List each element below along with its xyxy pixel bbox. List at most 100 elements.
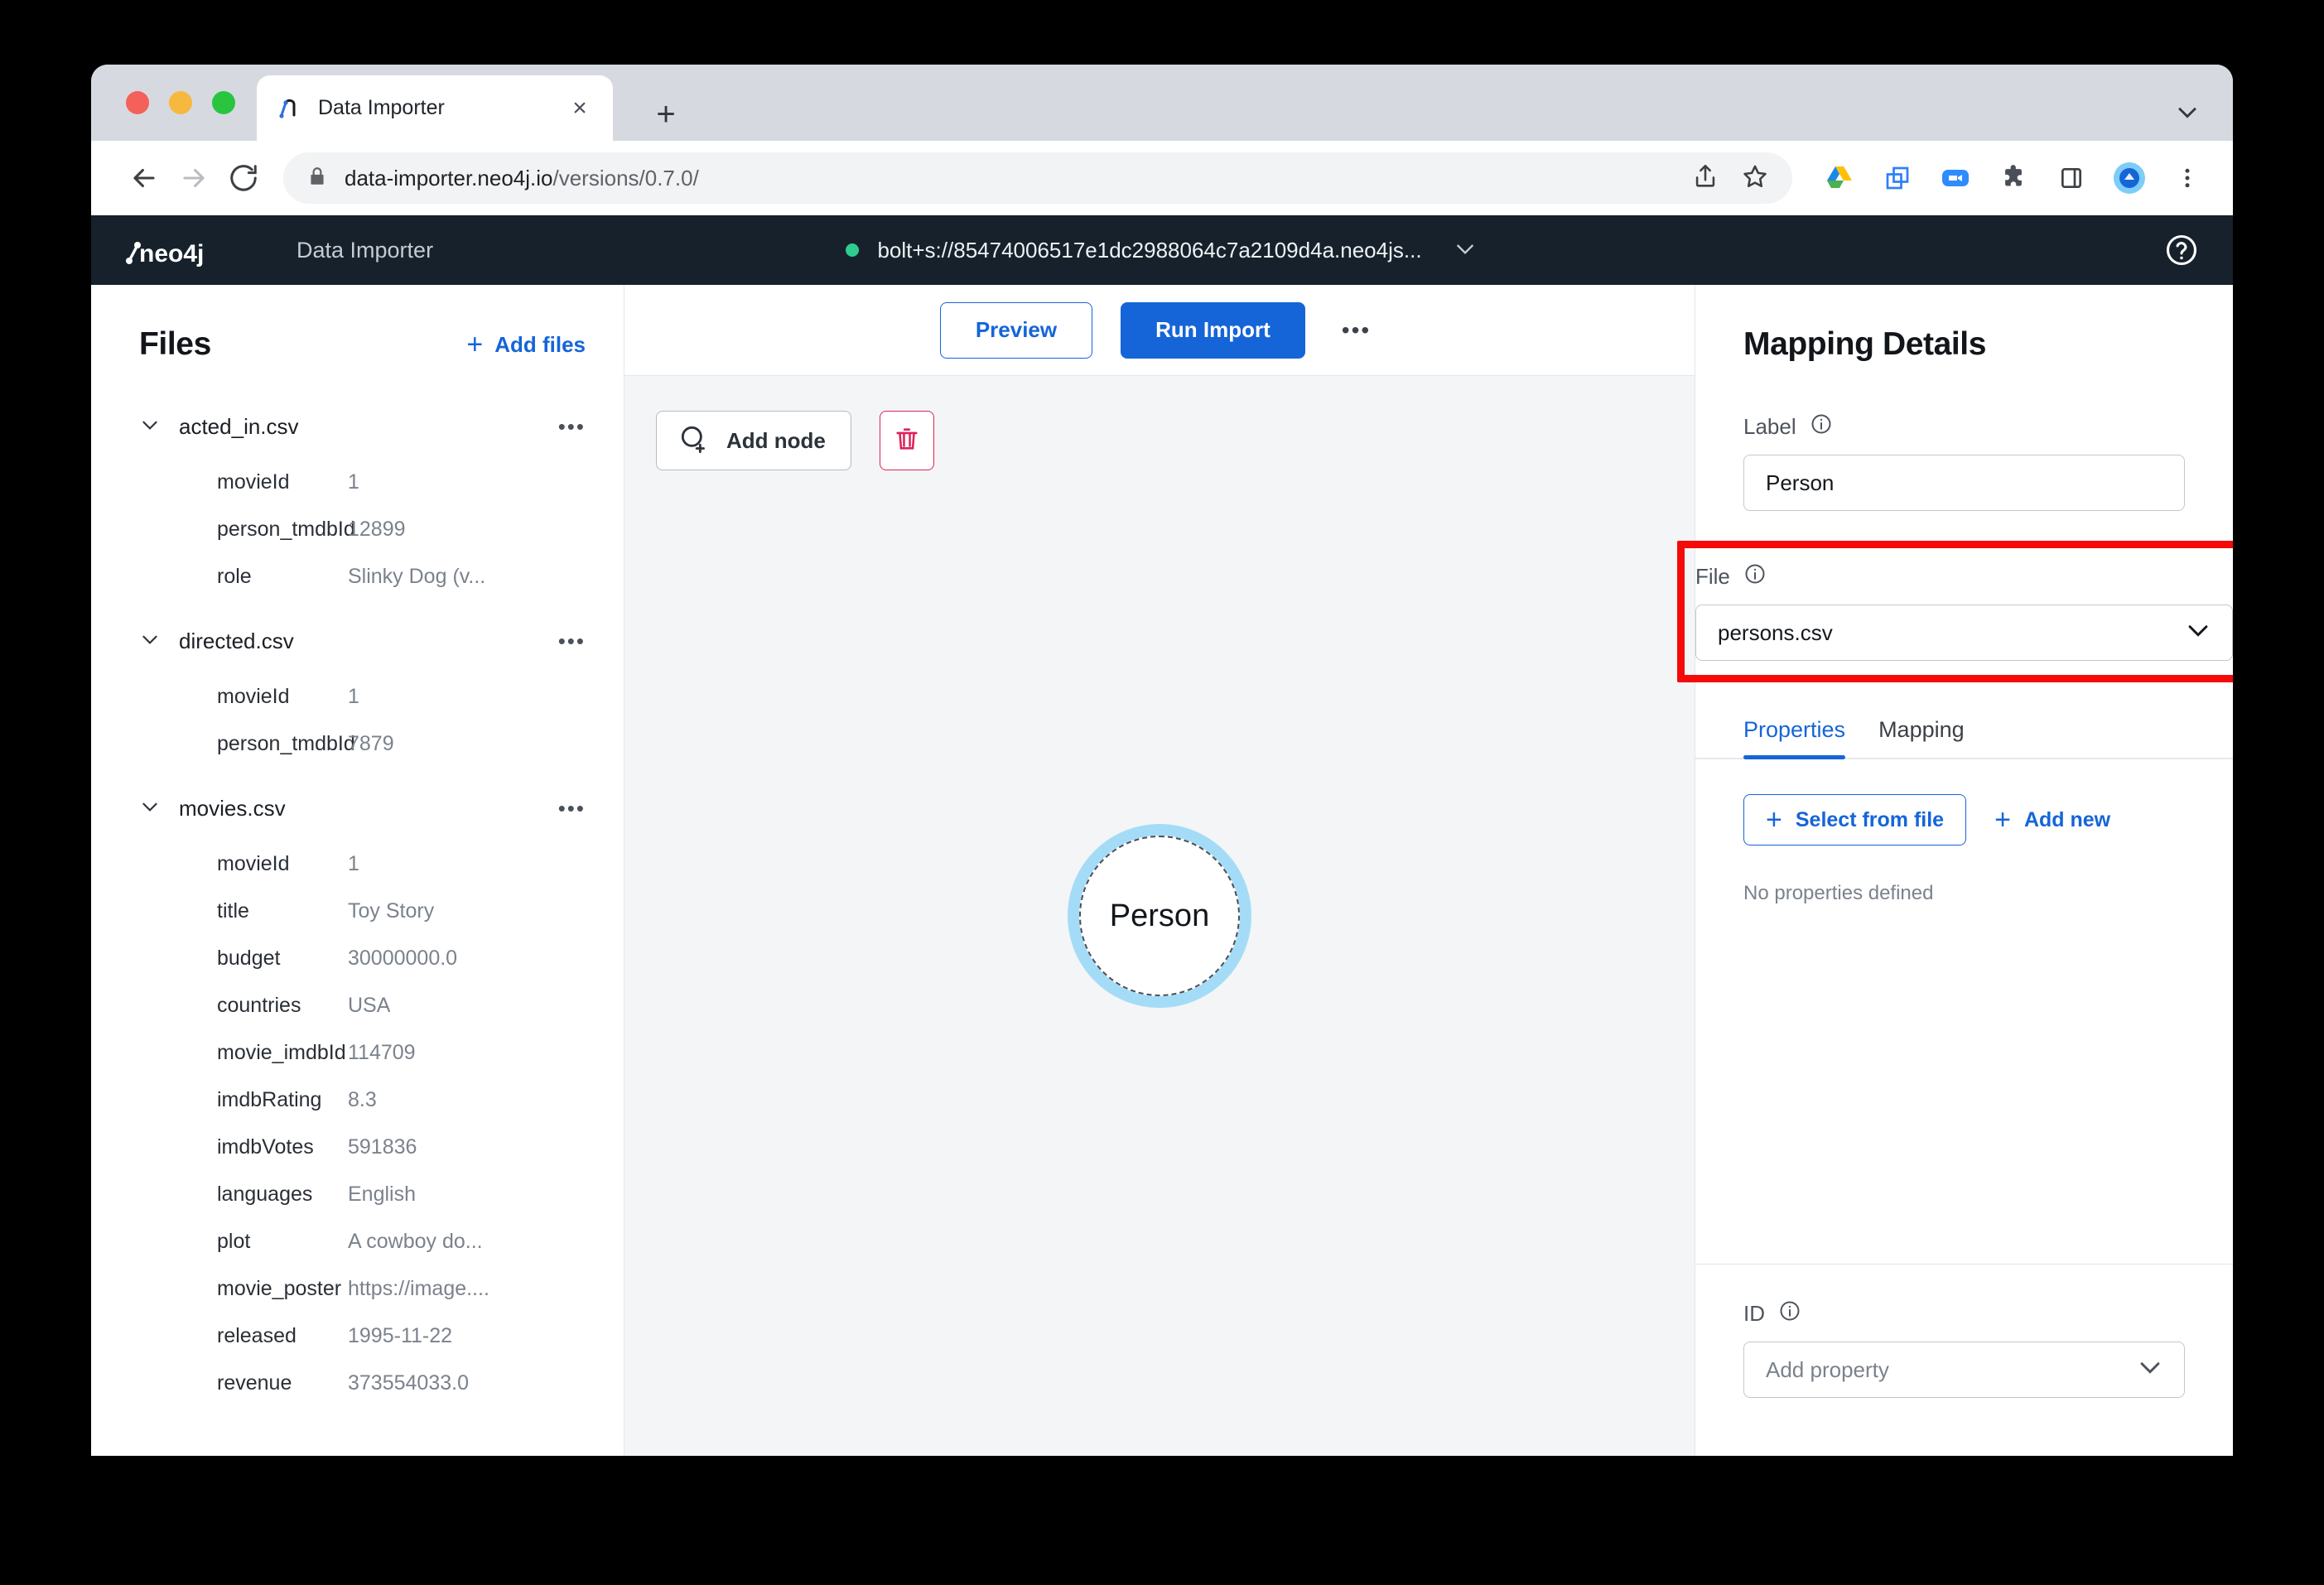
field-key: released <box>217 1324 348 1348</box>
chevron-down-icon[interactable] <box>139 629 161 654</box>
field-key: movieId <box>217 685 348 709</box>
file-field-row[interactable]: languagesEnglish <box>91 1171 624 1218</box>
plus-icon: + <box>466 330 483 359</box>
file-field-row[interactable]: imdbRating8.3 <box>91 1077 624 1124</box>
maximize-window-button[interactable] <box>212 91 235 114</box>
file-group-header[interactable]: directed.csv ••• <box>91 617 624 665</box>
file-group-header[interactable]: movies.csv••• <box>91 784 624 832</box>
file-field-row[interactable]: movie_imdbId114709 <box>91 1029 624 1077</box>
add-files-button[interactable]: + Add files <box>466 330 586 359</box>
file-field-label: File <box>1695 562 2233 591</box>
file-field-row[interactable]: movie_posterhttps://image.... <box>91 1265 624 1313</box>
node-circle: Person <box>1079 836 1240 996</box>
file-name: directed.csv <box>179 629 294 654</box>
file-field-row[interactable]: budget30000000.0 <box>91 935 624 982</box>
delete-node-button[interactable] <box>880 411 934 470</box>
tab-mapping[interactable]: Mapping <box>1878 717 1965 758</box>
chevron-down-icon[interactable] <box>1452 235 1478 266</box>
field-key: plot <box>217 1230 348 1254</box>
graph-node-person[interactable]: Person <box>1068 824 1251 1008</box>
property-actions: + Select from file + Add new <box>1695 794 2233 845</box>
run-import-button[interactable]: Run Import <box>1121 302 1305 359</box>
field-key: languages <box>217 1183 348 1207</box>
chrome-menu-icon[interactable] <box>2170 161 2205 195</box>
file-field-group: File persons.csv <box>1695 541 2233 682</box>
close-window-button[interactable] <box>126 91 149 114</box>
zoom-icon[interactable] <box>1938 161 1973 195</box>
file-field-row[interactable]: movieId1 <box>91 673 624 720</box>
file-group: acted_in.csv••• movieId1person_tmdbId1289… <box>91 402 624 605</box>
help-circle-icon[interactable] <box>2162 230 2201 270</box>
files-panel: Files + Add files acted_in.csv•••movieId… <box>91 285 624 1456</box>
window-controls <box>126 91 235 114</box>
file-menu-button[interactable]: ••• <box>558 630 586 652</box>
info-icon[interactable] <box>1778 1299 1801 1328</box>
chevron-down-icon[interactable] <box>139 414 161 440</box>
file-field-list: movieId1titleToy Storybudget30000000.0co… <box>91 832 624 1412</box>
label-input[interactable]: Person <box>1743 455 2185 511</box>
field-value: 1995-11-22 <box>348 1324 452 1348</box>
file-field-row[interactable]: released1995-11-22 <box>91 1313 624 1360</box>
connection-uri: bolt+s://85474006517e1dc2988064c7a2109d4… <box>877 238 1421 263</box>
file-field-row[interactable]: movieId1 <box>91 459 624 506</box>
info-icon[interactable] <box>1743 562 1767 591</box>
status-indicator-icon <box>846 243 859 257</box>
file-field-row[interactable]: person_tmdbId12899 <box>91 506 624 553</box>
id-property-select[interactable]: Add property <box>1743 1342 2185 1398</box>
profile-avatar[interactable] <box>2112 161 2147 195</box>
screenshot-icon[interactable] <box>1880 161 1915 195</box>
id-text: ID <box>1743 1301 1765 1327</box>
graph-canvas[interactable]: Add node Person <box>624 376 1695 1456</box>
file-field-row[interactable]: roleSlinky Dog (v... <box>91 553 624 600</box>
field-key: budget <box>217 947 348 971</box>
lock-icon <box>306 166 328 191</box>
url-bar[interactable]: data-importer.neo4j.io/versions/0.7.0/ <box>283 152 1792 204</box>
field-key: movieId <box>217 852 348 876</box>
add-node-button[interactable]: Add node <box>656 411 851 470</box>
preview-button[interactable]: Preview <box>940 302 1092 359</box>
field-key: person_tmdbId <box>217 732 348 756</box>
side-panel-icon[interactable] <box>2054 161 2089 195</box>
app-header: neo4j Data Importer bolt+s://85474006517… <box>91 215 2233 285</box>
tab-properties[interactable]: Properties <box>1743 717 1845 758</box>
no-properties-message: No properties defined <box>1695 882 2233 905</box>
select-from-file-button[interactable]: + Select from file <box>1743 794 1966 845</box>
add-files-label: Add files <box>494 332 586 358</box>
file-field-row[interactable]: titleToy Story <box>91 888 624 935</box>
file-select[interactable]: persons.csv <box>1695 605 2233 661</box>
file-field-row[interactable]: movieId1 <box>91 841 624 888</box>
minimize-window-button[interactable] <box>169 91 192 114</box>
forward-button[interactable] <box>169 153 219 203</box>
close-tab-button[interactable]: × <box>565 94 595 123</box>
file-field-row[interactable]: revenue373554033.0 <box>91 1360 624 1407</box>
file-menu-button[interactable]: ••• <box>558 797 586 819</box>
field-value: 1 <box>348 852 359 876</box>
connection-selector[interactable]: bolt+s://85474006517e1dc2988064c7a2109d4… <box>846 235 1478 266</box>
info-icon[interactable] <box>1810 412 1833 441</box>
file-field-row[interactable]: imdbVotes591836 <box>91 1124 624 1171</box>
chevron-down-icon[interactable] <box>139 796 161 821</box>
file-field-row[interactable]: plotA cowboy do... <box>91 1218 624 1265</box>
field-key: movieId <box>217 470 348 494</box>
share-icon[interactable] <box>1691 162 1719 195</box>
file-menu-button[interactable]: ••• <box>558 416 586 437</box>
toolbar-more-button[interactable]: ••• <box>1333 319 1379 342</box>
new-tab-button[interactable]: + <box>648 96 684 132</box>
url-path: /versions/0.7.0/ <box>552 166 698 190</box>
chevron-down-icon[interactable] <box>2173 98 2201 130</box>
bookmark-star-icon[interactable] <box>1741 162 1769 195</box>
add-node-icon <box>677 422 710 460</box>
field-key: imdbRating <box>217 1088 348 1112</box>
file-field-row[interactable]: countriesUSA <box>91 982 624 1029</box>
mapping-details-panel: Mapping Details Label Person <box>1695 285 2233 1456</box>
file-group-header[interactable]: acted_in.csv••• <box>91 402 624 450</box>
browser-tab[interactable]: Data Importer × <box>257 75 613 141</box>
extensions-icon[interactable] <box>1996 161 2031 195</box>
panel-title: Mapping Details <box>1695 326 2233 363</box>
add-new-property-button[interactable]: + Add new <box>1994 806 2110 834</box>
reload-button[interactable] <box>219 153 268 203</box>
back-button[interactable] <box>119 153 169 203</box>
google-drive-icon[interactable] <box>1822 161 1857 195</box>
file-field-row[interactable]: person_tmdbId7879 <box>91 720 624 768</box>
field-key: movie_imdbId <box>217 1041 348 1065</box>
